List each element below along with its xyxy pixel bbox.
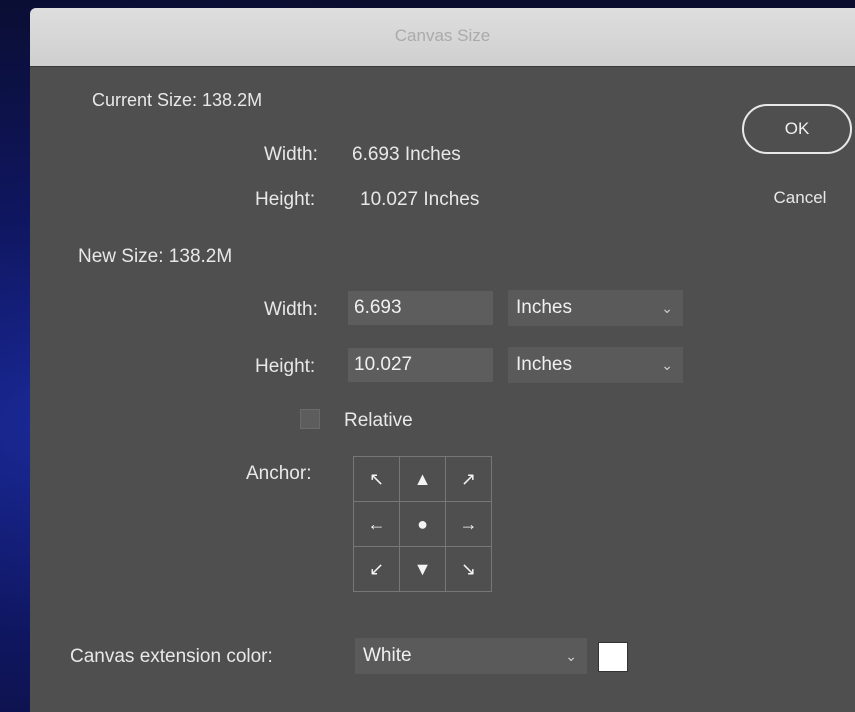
anchor-bottom-center[interactable]: ▼ [400,547,446,592]
anchor-top-left[interactable]: ↖ [354,457,400,502]
extension-color-select[interactable]: White ⌄ [355,638,587,674]
anchor-bottom-right[interactable]: ↘ [446,547,492,592]
chevron-down-icon: ⌄ [565,648,577,664]
anchor-middle-left[interactable]: ← [354,502,400,547]
canvas-size-dialog: Canvas Size Current Size: 138.2M Width: … [30,8,855,712]
relative-label[interactable]: Relative [344,410,413,432]
relative-checkbox[interactable] [300,409,320,429]
extension-color-swatch[interactable] [598,642,628,672]
new-height-unit-select[interactable]: Inches ⌄ [508,347,683,383]
current-size-heading: Current Size: 138.2M [92,90,263,110]
dialog-title: Canvas Size [394,26,491,45]
cancel-button[interactable]: Cancel [755,178,845,218]
new-size-heading: New Size: 138.2M [78,246,233,267]
current-width-value: 6.693 Inches [352,144,461,165]
new-height-unit-value: Inches [516,354,572,375]
anchor-grid: ↖ ▲ ↗ ← ● → ↙ ▼ ↘ [353,456,492,592]
new-width-input[interactable]: 6.693 [348,291,493,325]
dialog-titlebar[interactable]: Canvas Size [30,8,855,67]
new-width-unit-value: Inches [516,297,572,318]
chevron-down-icon: ⌄ [661,357,673,373]
current-height-value: 10.027 Inches [360,189,480,210]
ok-button[interactable]: OK [742,104,852,154]
anchor-top-center[interactable]: ▲ [400,457,446,502]
anchor-bottom-left[interactable]: ↙ [354,547,400,592]
current-width-label: Width: [264,144,318,165]
extension-color-label: Canvas extension color: [70,646,273,667]
new-width-label: Width: [264,299,318,320]
anchor-top-right[interactable]: ↗ [446,457,492,502]
current-height-label: Height: [255,189,316,210]
chevron-down-icon: ⌄ [661,300,673,316]
new-width-unit-select[interactable]: Inches ⌄ [508,290,683,326]
anchor-center[interactable]: ● [400,502,446,547]
extension-color-value: White [363,645,412,666]
new-height-label: Height: [255,356,316,377]
new-height-input[interactable]: 10.027 [348,348,493,382]
anchor-label: Anchor: [246,463,312,484]
anchor-middle-right[interactable]: → [446,502,492,547]
